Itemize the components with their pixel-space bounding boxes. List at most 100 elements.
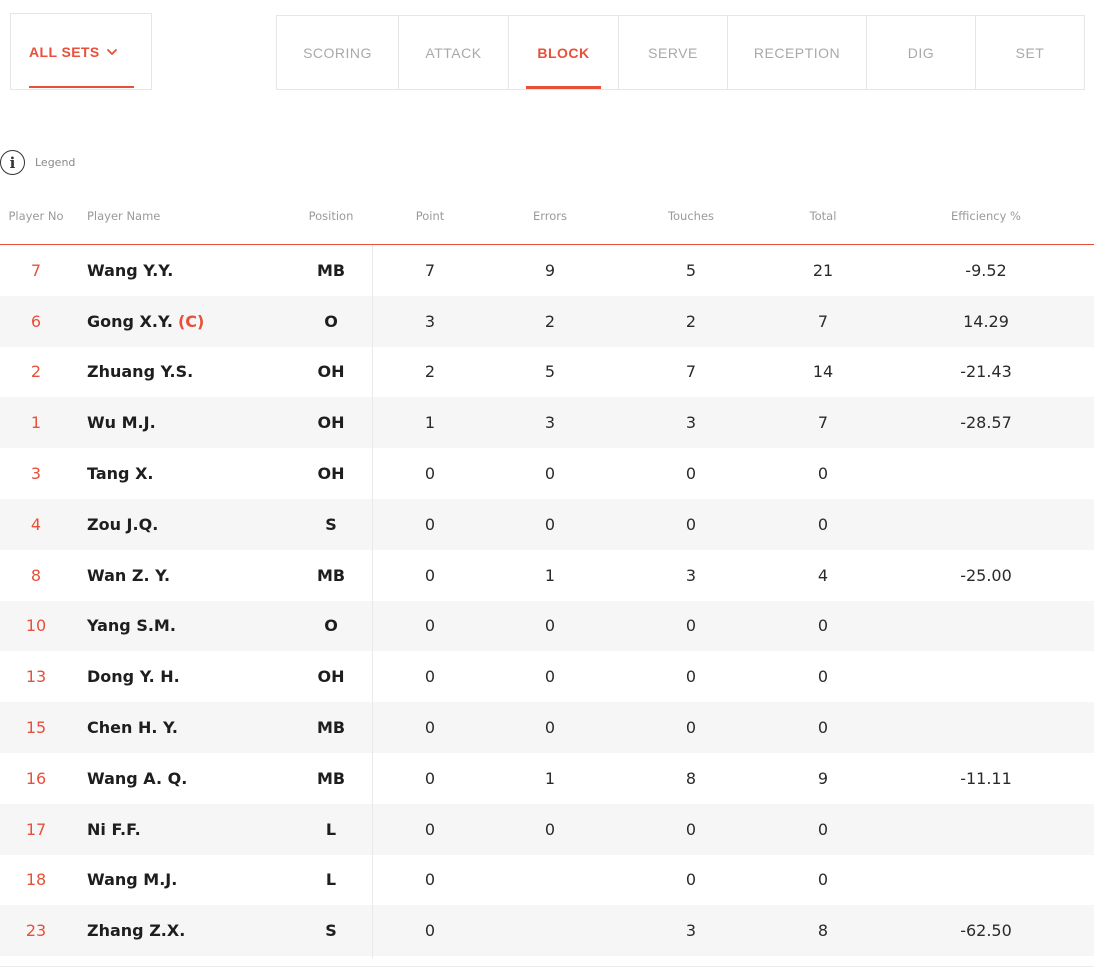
header-position: Position [308, 209, 354, 223]
header-touches: Touches [667, 209, 715, 223]
block-efficiency: -9.52 [965, 260, 1007, 280]
block-point: 0 [424, 870, 436, 890]
block-total: 14 [812, 362, 834, 382]
player-position: MB [316, 565, 346, 585]
block-total: 8 [817, 921, 829, 941]
block-efficiency [936, 651, 1036, 702]
chevron-down-icon [106, 48, 117, 55]
player-position: OH [317, 413, 345, 433]
player-number: 17 [25, 819, 47, 839]
header-point: Point [415, 209, 445, 223]
set-filter-container: ALL SETS [10, 13, 152, 90]
tab-reception[interactable]: RECEPTION [728, 16, 867, 89]
block-point: 1 [424, 413, 436, 433]
player-name[interactable]: Zhuang Y.S. [87, 347, 297, 398]
player-number: 18 [25, 870, 47, 890]
tab-attack[interactable]: ATTACK [399, 16, 509, 89]
block-errors: 0 [544, 464, 556, 484]
table-row: 8 Wan Z. Y. MB 0 1 3 4 -25.00 [0, 550, 1094, 601]
block-errors: 1 [544, 768, 556, 788]
player-name-text: Zhuang Y.S. [87, 362, 194, 382]
block-point: 2 [424, 362, 436, 382]
block-touches: 3 [685, 921, 697, 941]
header-total: Total [809, 209, 837, 223]
player-name[interactable]: Ni F.F. [87, 804, 297, 855]
player-name[interactable]: Chen H. Y. [87, 702, 297, 753]
player-name[interactable]: Wang A. Q. [87, 753, 297, 804]
block-errors: 0 [544, 667, 556, 687]
all-sets-dropdown[interactable]: ALL SETS [29, 14, 118, 89]
block-total: 4 [817, 565, 829, 585]
player-name[interactable]: Yang S.M. [87, 601, 297, 652]
player-name-text: Ni F.F. [87, 819, 141, 839]
tab-label: BLOCK [537, 44, 590, 61]
player-name[interactable]: Zou J.Q. [87, 499, 297, 550]
block-errors [520, 905, 580, 956]
block-touches: 0 [685, 464, 697, 484]
block-errors: 5 [544, 362, 556, 382]
player-number: 1 [30, 413, 42, 433]
player-name[interactable]: Wu M.J. [87, 397, 297, 448]
player-position: MB [316, 718, 346, 738]
block-point: 0 [424, 768, 436, 788]
table-row: 13 Dong Y. H. OH 0 0 0 0 [0, 651, 1094, 702]
player-name[interactable]: Wan Z. Y. [87, 550, 297, 601]
block-touches: 0 [685, 616, 697, 636]
block-total: 0 [817, 464, 829, 484]
player-name[interactable]: Gong X.Y. (C) [87, 296, 297, 347]
info-icon: i [0, 150, 25, 175]
table-row: 6 Gong X.Y. (C) O 3 2 2 7 14.29 [0, 295, 1094, 347]
player-number: 13 [25, 667, 47, 687]
block-touches: 5 [685, 260, 697, 280]
player-name[interactable]: Wang Y.Y. [87, 245, 297, 296]
block-touches: 0 [685, 870, 697, 890]
player-position: MB [316, 260, 346, 280]
block-point: 7 [424, 260, 436, 280]
block-touches: 3 [685, 565, 697, 585]
player-name-text: Yang S.M. [87, 616, 176, 636]
legend-toggle[interactable]: i Legend [0, 150, 75, 175]
tab-label: ATTACK [425, 44, 482, 61]
player-name[interactable]: Tang X. [87, 448, 297, 499]
table-row: 23 Zhang Z.X. S 0 3 8 -62.50 [0, 905, 1094, 957]
tab-set[interactable]: SET [976, 16, 1084, 89]
player-number: 2 [30, 362, 42, 382]
block-efficiency: -28.57 [960, 413, 1012, 433]
tab-serve[interactable]: SERVE [619, 16, 728, 89]
active-tab-indicator [526, 86, 601, 89]
block-point: 0 [424, 718, 436, 738]
player-position: OH [317, 362, 345, 382]
tab-scoring[interactable]: SCORING [277, 16, 399, 89]
block-errors: 0 [544, 616, 556, 636]
player-name-text: Gong X.Y. [87, 311, 173, 331]
player-name[interactable]: Dong Y. H. [87, 651, 297, 702]
player-number: 10 [25, 616, 47, 636]
player-name-text: Chen H. Y. [87, 718, 178, 738]
tab-block[interactable]: BLOCK [509, 16, 619, 89]
table-row: 15 Chen H. Y. MB 0 0 0 0 [0, 702, 1094, 753]
table-row: 4 Zou J.Q. S 0 0 0 0 [0, 498, 1094, 550]
tab-label: SCORING [303, 44, 372, 61]
block-efficiency: -21.43 [960, 362, 1012, 382]
player-name[interactable]: Zhang Z.X. [87, 905, 297, 956]
block-point: 0 [424, 921, 436, 941]
table-row: 10 Yang S.M. O 0 0 0 0 [0, 600, 1094, 652]
block-efficiency: -62.50 [960, 921, 1012, 941]
block-total: 7 [817, 413, 829, 433]
tab-dig[interactable]: DIG [867, 16, 976, 89]
block-total: 0 [817, 616, 829, 636]
block-efficiency [936, 499, 1036, 550]
block-errors: 3 [544, 413, 556, 433]
player-name[interactable]: Wang M.J. [87, 855, 297, 906]
player-number: 6 [30, 311, 42, 331]
block-errors: 9 [544, 260, 556, 280]
player-number: 15 [25, 718, 47, 738]
player-name-text: Tang X. [87, 464, 154, 484]
player-position: OH [317, 667, 345, 687]
block-point: 0 [424, 616, 436, 636]
block-point: 0 [424, 565, 436, 585]
block-errors: 0 [544, 819, 556, 839]
block-total: 7 [817, 311, 829, 331]
block-total: 0 [817, 667, 829, 687]
block-point: 0 [424, 819, 436, 839]
